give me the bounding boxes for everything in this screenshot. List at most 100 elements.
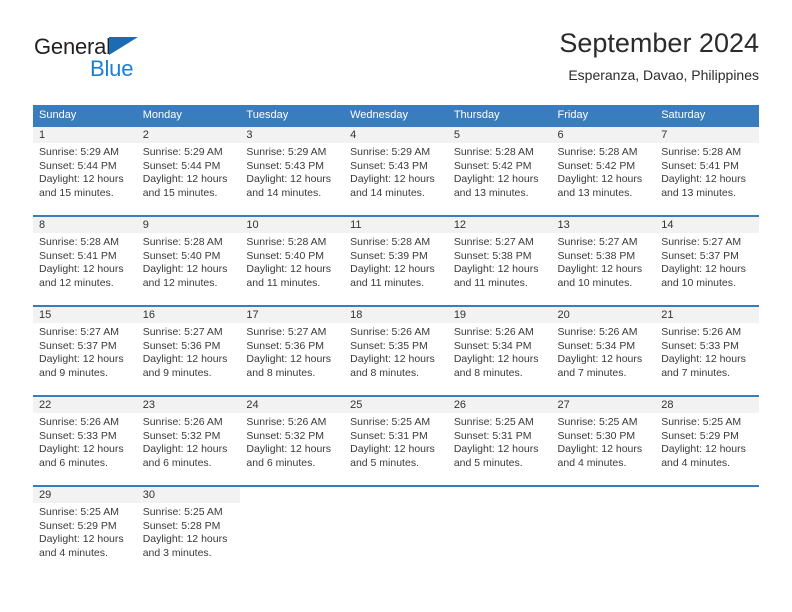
day-cell-content: 16 Sunrise: 5:27 AM Sunset: 5:36 PM Dayligh… [136,307,241,395]
sunrise-text: Sunrise: 5:29 AM [142,146,223,158]
sunrise-text: Sunrise: 5:28 AM [557,146,638,158]
calendar-day-cell[interactable]: 15 Sunrise: 5:27 AM Sunset: 5:37 PM Dayligh… [33,305,137,396]
calendar-day-cell[interactable]: 25 Sunrise: 5:25 AM Sunset: 5:31 PM Dayligh… [344,395,448,486]
sunset-text: Sunset: 5:43 PM [246,159,325,172]
calendar-day-cell[interactable]: 11 Sunrise: 5:28 AM Sunset: 5:39 PM Dayligh… [344,215,448,306]
calendar-day-cell[interactable] [240,485,345,575]
day-info: Sunrise: 5:25 AM Sunset: 5:28 PM Daylight:… [137,503,241,560]
day-info: Sunrise: 5:27 AM Sunset: 5:38 PM Daylight:… [552,233,656,290]
day-cell-content: 12 Sunrise: 5:27 AM Sunset: 5:38 PM Dayligh… [447,217,552,305]
calendar-day-cell[interactable]: 6 Sunrise: 5:28 AM Sunset: 5:42 PM Daylight… [551,125,656,216]
calendar-day-cell[interactable] [551,485,656,575]
sunrise-text: Sunrise: 5:28 AM [246,236,327,248]
calendar-day-cell[interactable]: 24 Sunrise: 5:26 AM Sunset: 5:32 PM Dayligh… [240,395,345,486]
day-info: Sunrise: 5:27 AM Sunset: 5:36 PM Daylight:… [137,323,241,380]
sunset-text: Sunset: 5:39 PM [350,249,428,262]
calendar-day-cell[interactable]: 3 Sunrise: 5:29 AM Sunset: 5:43 PM Daylight… [240,125,345,216]
calendar-week-row: 1 Sunrise: 5:29 AM Sunset: 5:44 PM Daylight… [33,125,759,216]
day-number: 8 [33,217,137,233]
sunrise-text: Sunrise: 5:25 AM [453,416,534,428]
day-cell-content: 28 Sunrise: 5:25 AM Sunset: 5:29 PM Dayligh… [655,397,759,485]
weekday-header-wednesday: Wednesday [344,105,448,126]
calendar-day-cell[interactable]: 12 Sunrise: 5:27 AM Sunset: 5:38 PM Dayligh… [447,215,552,306]
daylight-text: Daylight: 12 hours and 11 minutes. [246,263,332,289]
day-info: Sunrise: 5:27 AM Sunset: 5:37 PM Daylight:… [33,323,137,380]
calendar-day-cell[interactable]: 1 Sunrise: 5:29 AM Sunset: 5:44 PM Daylight… [33,125,137,216]
daylight-text: Daylight: 12 hours and 13 minutes. [557,173,643,199]
day-cell-content: 18 Sunrise: 5:26 AM Sunset: 5:35 PM Dayligh… [344,307,448,395]
calendar-day-cell[interactable]: 20 Sunrise: 5:26 AM Sunset: 5:34 PM Dayligh… [551,305,656,396]
sunrise-text: Sunrise: 5:26 AM [661,326,742,338]
calendar-day-cell[interactable]: 13 Sunrise: 5:27 AM Sunset: 5:38 PM Dayligh… [551,215,656,306]
calendar-day-cell[interactable]: 27 Sunrise: 5:25 AM Sunset: 5:30 PM Dayligh… [551,395,656,486]
calendar-header-row: Sunday Monday Tuesday Wednesday Thursday… [33,105,759,126]
calendar-day-cell[interactable]: 8 Sunrise: 5:28 AM Sunset: 5:41 PM Daylight… [33,215,137,306]
daylight-text: Daylight: 12 hours and 3 minutes. [142,533,228,559]
day-cell-content: 20 Sunrise: 5:26 AM Sunset: 5:34 PM Dayligh… [551,307,656,395]
sunset-text: Sunset: 5:32 PM [246,429,325,442]
calendar-day-cell[interactable]: 17 Sunrise: 5:27 AM Sunset: 5:36 PM Dayligh… [240,305,345,396]
day-number: 20 [551,307,656,323]
calendar-page: General Blue September 2024 Esperanza, D… [0,0,792,612]
daylight-text: Daylight: 12 hours and 7 minutes. [557,353,643,379]
calendar-day-cell[interactable]: 29 Sunrise: 5:25 AM Sunset: 5:29 PM Dayligh… [33,485,137,575]
sunset-text: Sunset: 5:29 PM [661,429,739,442]
sunset-text: Sunset: 5:35 PM [350,339,428,352]
day-cell-empty [655,487,759,575]
day-info: Sunrise: 5:27 AM Sunset: 5:38 PM Daylight:… [448,233,552,290]
calendar-day-cell[interactable]: 21 Sunrise: 5:26 AM Sunset: 5:33 PM Dayligh… [655,305,759,396]
daylight-text: Daylight: 12 hours and 15 minutes. [39,173,124,199]
sunset-text: Sunset: 5:30 PM [557,429,636,442]
day-number: 14 [655,217,759,233]
calendar-day-cell[interactable]: 16 Sunrise: 5:27 AM Sunset: 5:36 PM Dayligh… [136,305,241,396]
sunrise-text: Sunrise: 5:25 AM [557,416,638,428]
sunrise-text: Sunrise: 5:28 AM [350,236,431,248]
sunset-text: Sunset: 5:31 PM [350,429,428,442]
calendar-day-cell[interactable]: 10 Sunrise: 5:28 AM Sunset: 5:40 PM Dayligh… [240,215,345,306]
day-info: Sunrise: 5:26 AM Sunset: 5:33 PM Daylight:… [33,413,137,470]
calendar-day-cell[interactable]: 7 Sunrise: 5:28 AM Sunset: 5:41 PM Daylight… [655,125,759,216]
day-info: Sunrise: 5:26 AM Sunset: 5:34 PM Daylight:… [552,323,656,380]
calendar-day-cell[interactable]: 30 Sunrise: 5:25 AM Sunset: 5:28 PM Dayligh… [136,485,241,575]
calendar-day-cell[interactable]: 14 Sunrise: 5:27 AM Sunset: 5:37 PM Dayligh… [655,215,759,306]
calendar-day-cell[interactable]: 9 Sunrise: 5:28 AM Sunset: 5:40 PM Daylight… [136,215,241,306]
calendar-day-cell[interactable]: 2 Sunrise: 5:29 AM Sunset: 5:44 PM Daylight… [136,125,241,216]
sunrise-text: Sunrise: 5:26 AM [39,416,119,428]
day-number: 22 [33,397,137,413]
day-number: 13 [551,217,656,233]
calendar-day-cell[interactable]: 26 Sunrise: 5:25 AM Sunset: 5:31 PM Dayligh… [447,395,552,486]
calendar-day-cell[interactable]: 19 Sunrise: 5:26 AM Sunset: 5:34 PM Dayligh… [447,305,552,396]
day-number: 7 [655,127,759,143]
calendar-day-cell[interactable] [447,485,552,575]
day-number: 27 [551,397,656,413]
calendar-day-cell[interactable]: 23 Sunrise: 5:26 AM Sunset: 5:32 PM Dayligh… [136,395,241,486]
day-cell-content: 22 Sunrise: 5:26 AM Sunset: 5:33 PM Dayligh… [33,397,137,485]
daylight-text: Daylight: 12 hours and 10 minutes. [557,263,643,289]
daylight-text: Daylight: 12 hours and 6 minutes. [246,443,332,469]
sunset-text: Sunset: 5:44 PM [39,159,117,172]
day-cell-content: 8 Sunrise: 5:28 AM Sunset: 5:41 PM Daylight… [33,217,137,305]
day-info: Sunrise: 5:26 AM Sunset: 5:35 PM Daylight:… [344,323,448,380]
day-cell-content: 9 Sunrise: 5:28 AM Sunset: 5:40 PM Daylight… [136,217,241,305]
sunset-text: Sunset: 5:41 PM [661,159,739,172]
sunset-text: Sunset: 5:33 PM [661,339,739,352]
sunset-text: Sunset: 5:29 PM [39,519,117,532]
calendar-day-cell[interactable]: 5 Sunrise: 5:28 AM Sunset: 5:42 PM Daylight… [447,125,552,216]
daylight-text: Daylight: 12 hours and 8 minutes. [453,353,539,379]
logo-text-blue: Blue [90,56,134,81]
day-cell-empty [240,487,344,575]
calendar-day-cell[interactable]: 18 Sunrise: 5:26 AM Sunset: 5:35 PM Dayligh… [344,305,448,396]
sunrise-text: Sunrise: 5:27 AM [142,326,223,338]
page-subtitle: Esperanza, Davao, Philippines [568,67,759,83]
calendar-day-cell[interactable] [655,485,759,575]
calendar-day-cell[interactable] [344,485,448,575]
calendar-day-cell[interactable]: 22 Sunrise: 5:26 AM Sunset: 5:33 PM Dayligh… [33,395,137,486]
sunrise-text: Sunrise: 5:25 AM [142,506,223,518]
weekday-header-tuesday: Tuesday [240,105,345,126]
calendar-day-cell[interactable]: 4 Sunrise: 5:29 AM Sunset: 5:43 PM Daylight… [344,125,448,216]
calendar-day-cell[interactable]: 28 Sunrise: 5:25 AM Sunset: 5:29 PM Dayligh… [655,395,759,486]
calendar-body: 1 Sunrise: 5:29 AM Sunset: 5:44 PM Daylight… [33,125,759,575]
day-number: 15 [33,307,137,323]
sunset-text: Sunset: 5:34 PM [453,339,532,352]
sunrise-text: Sunrise: 5:25 AM [661,416,742,428]
